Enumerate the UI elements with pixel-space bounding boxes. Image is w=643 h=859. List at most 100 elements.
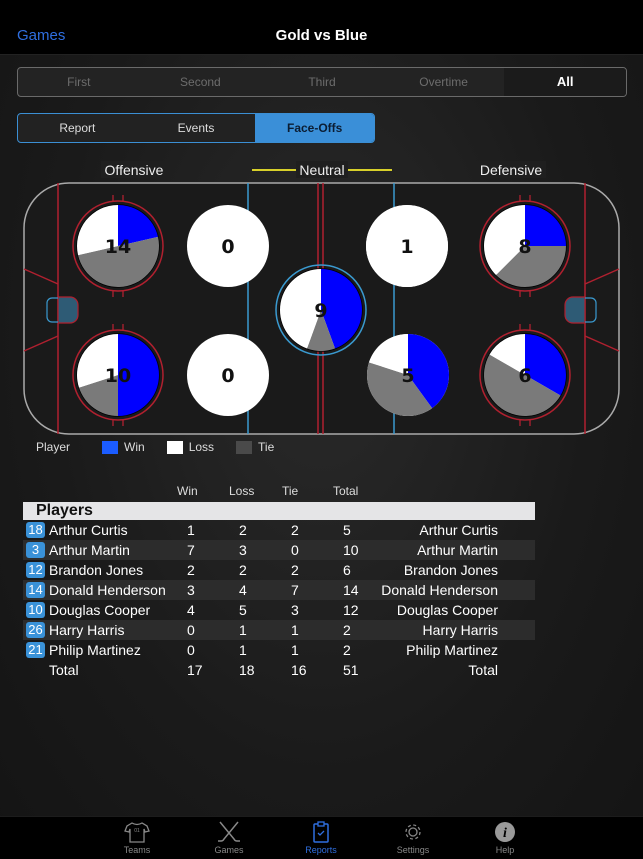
players-section-header: Players — [23, 502, 535, 520]
total-count: 14 — [343, 582, 359, 598]
faceoff-dot-offensive-neutral-bottom[interactable]: 0 — [187, 334, 269, 416]
view-report-tab[interactable]: Report — [18, 114, 137, 142]
tab-teams-label: Teams — [123, 845, 151, 855]
total-count: 10 — [343, 542, 359, 558]
svg-text:01: 01 — [134, 828, 140, 834]
faceoff-dot-center[interactable]: 9 — [275, 264, 367, 356]
tie-count: 1 — [291, 622, 299, 638]
period-segmented-control: First Second Third Overtime All — [17, 67, 627, 97]
player-number-badge: 26 — [26, 622, 45, 638]
player-name-right: Donald Henderson — [381, 582, 498, 598]
legend-win-label: Win — [124, 440, 145, 454]
header-win: Win — [177, 484, 198, 498]
period-all-tab[interactable]: All — [504, 68, 626, 96]
player-number-badge: 10 — [26, 602, 45, 618]
win-count: 3 — [187, 582, 195, 598]
navigation-bar: Games Gold vs Blue — [0, 0, 643, 55]
table-row[interactable]: 18 Arthur Curtis 1 2 2 5 Arthur Curtis — [23, 520, 535, 540]
total-count: 2 — [343, 642, 351, 658]
player-name-right: Douglas Cooper — [396, 602, 498, 618]
faceoff-total-label: 1 — [400, 236, 413, 258]
player-name-right: Philip Martinez — [406, 642, 498, 658]
total-count: 12 — [343, 602, 359, 618]
player-name: Donald Henderson — [49, 582, 166, 598]
tab-settings-label: Settings — [396, 845, 430, 855]
svg-text:i: i — [503, 826, 507, 841]
view-faceoffs-tab[interactable]: Face-Offs — [255, 114, 374, 142]
faceoff-dot-defensive-neutral-top[interactable]: 1 — [366, 205, 448, 287]
loss-count: 3 — [239, 542, 247, 558]
period-overtime-tab[interactable]: Overtime — [383, 68, 505, 96]
tie-count: 2 — [291, 522, 299, 538]
tie-count: 1 — [291, 642, 299, 658]
view-events-tab[interactable]: Events — [137, 114, 256, 142]
player-name-right: Brandon Jones — [403, 562, 498, 578]
loss-count: 5 — [239, 602, 247, 618]
table-row[interactable]: 3 Arthur Martin 7 3 0 10 Arthur Martin — [23, 540, 535, 560]
legend-player-label: Player — [36, 440, 71, 454]
period-second-tab[interactable]: Second — [140, 68, 262, 96]
table-row[interactable]: 12 Brandon Jones 2 2 2 6 Brandon Jones — [23, 560, 535, 580]
faceoff-total-label: 5 — [401, 365, 414, 387]
player-number-badge: 3 — [26, 542, 45, 558]
faceoff-dot-offensive-neutral-top[interactable]: 0 — [187, 205, 269, 287]
table-row[interactable]: 21 Philip Martinez 0 1 1 2 Philip Martinez — [23, 640, 535, 660]
tab-reports-label: Reports — [305, 845, 337, 855]
total-total: 51 — [343, 662, 359, 678]
table-row[interactable]: 14 Donald Henderson 3 4 7 14 Donald Henderson — [23, 580, 535, 600]
tab-settings[interactable]: Settings — [373, 817, 453, 855]
gear-icon — [405, 824, 421, 840]
faceoff-total-label: 10 — [105, 365, 131, 387]
faceoff-total-label: 8 — [518, 236, 531, 258]
player-number-badge: 18 — [26, 522, 45, 538]
table-row[interactable]: 26 Harry Harris 0 1 1 2 Harry Harris — [23, 620, 535, 640]
table-row[interactable]: 10 Douglas Cooper 4 5 3 12 Douglas Cooper — [23, 600, 535, 620]
tab-teams[interactable]: 01 Teams — [97, 817, 177, 855]
tab-help-label: Help — [495, 845, 515, 855]
loss-count: 2 — [239, 522, 247, 538]
loss-count: 2 — [239, 562, 247, 578]
tie-count: 7 — [291, 582, 299, 598]
tab-games-label: Games — [214, 845, 244, 855]
total-count: 2 — [343, 622, 351, 638]
jersey-icon: 01 — [124, 822, 150, 843]
loss-count: 1 — [239, 622, 247, 638]
player-name: Brandon Jones — [49, 562, 144, 578]
info-icon: i — [495, 822, 515, 842]
tie-count: 0 — [291, 542, 299, 558]
tab-reports[interactable]: Reports — [281, 817, 361, 855]
hockey-sticks-icon — [218, 821, 240, 842]
total-win: 17 — [187, 662, 203, 678]
total-label-right: Total — [468, 662, 498, 678]
win-count: 2 — [187, 562, 195, 578]
total-tie: 16 — [291, 662, 307, 678]
loss-swatch — [166, 440, 183, 454]
tab-games[interactable]: Games — [189, 817, 269, 855]
player-number-badge: 12 — [26, 562, 45, 578]
player-number-badge: 21 — [26, 642, 45, 658]
faceoff-total-label: 6 — [518, 365, 531, 387]
period-third-tab[interactable]: Third — [261, 68, 383, 96]
player-name: Douglas Cooper — [49, 602, 151, 618]
player-name: Harry Harris — [49, 622, 125, 638]
header-total: Total — [333, 484, 359, 498]
player-name-right: Arthur Martin — [417, 542, 498, 558]
loss-count: 1 — [239, 642, 247, 658]
view-segmented-control: Report Events Face-Offs — [17, 113, 375, 143]
total-count: 5 — [343, 522, 351, 538]
player-name: Philip Martinez — [49, 642, 141, 658]
tie-count: 2 — [291, 562, 299, 578]
page-title: Gold vs Blue — [275, 27, 368, 44]
player-name: Arthur Curtis — [49, 522, 128, 538]
win-count: 4 — [187, 602, 195, 618]
tie-count: 3 — [291, 602, 299, 618]
tab-bar: 01 Teams Games Reports Settings i Help — [0, 816, 643, 859]
player-name-right: Arthur Curtis — [419, 522, 498, 538]
total-row: Total 17 18 16 51 Total — [23, 660, 535, 680]
legend-loss-label: Loss — [188, 440, 215, 454]
tab-help[interactable]: i Help — [465, 817, 545, 855]
faceoff-dot-defensive-neutral-bottom[interactable]: 5 — [367, 334, 449, 416]
chart-legend: Player Win Loss Tie — [36, 440, 274, 454]
faceoff-total-label: 0 — [221, 365, 234, 387]
period-first-tab[interactable]: First — [18, 68, 140, 96]
